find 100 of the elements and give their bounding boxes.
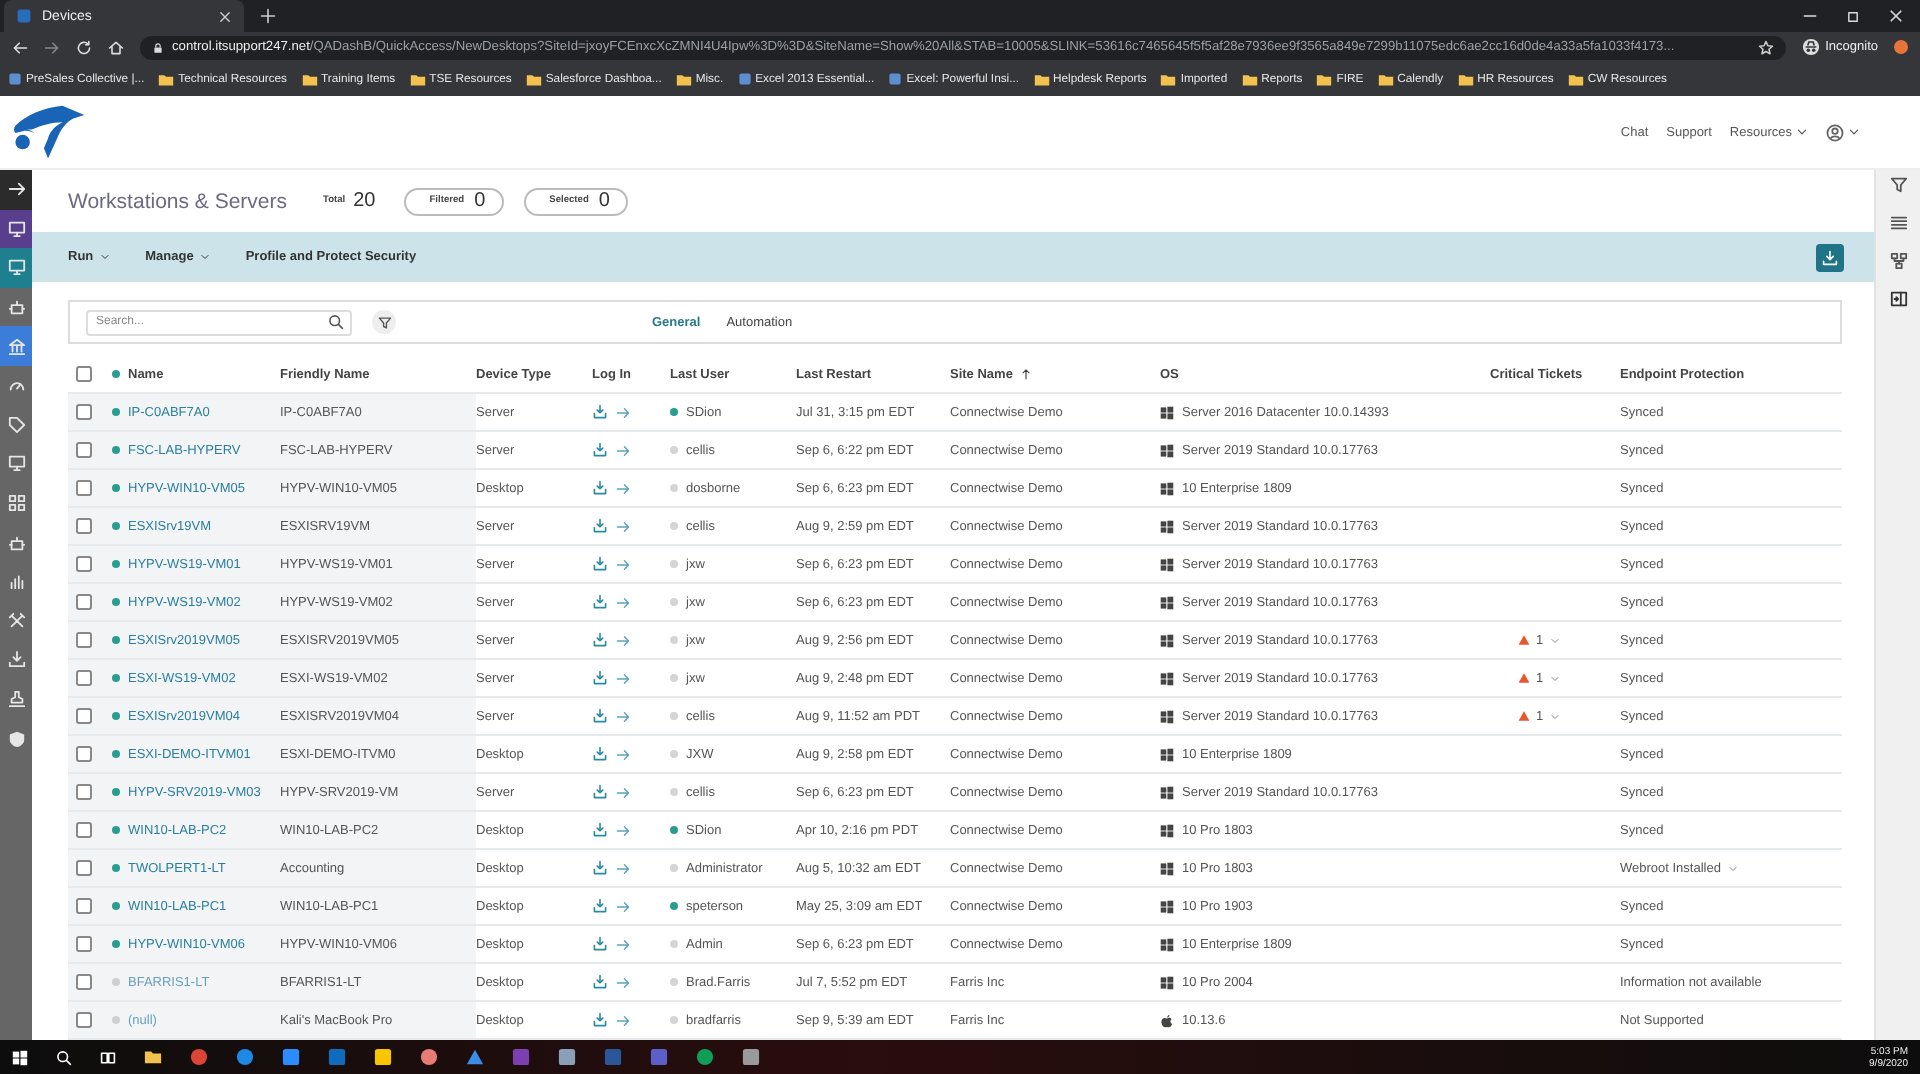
app-icon[interactable] — [742, 1048, 760, 1066]
login-icon[interactable] — [592, 404, 608, 420]
arrow-icon[interactable] — [616, 747, 630, 761]
checkbox[interactable] — [76, 670, 92, 686]
login-icon[interactable] — [592, 1012, 608, 1028]
login-icon[interactable] — [592, 898, 608, 914]
app-icon[interactable] — [420, 1048, 438, 1066]
bar-chart-icon — [7, 572, 25, 591]
checkbox[interactable] — [76, 480, 92, 496]
checkbox[interactable] — [76, 784, 92, 800]
checkbox[interactable] — [76, 556, 92, 572]
task-view-icon[interactable] — [100, 1049, 116, 1065]
list-icon[interactable] — [1889, 214, 1907, 232]
back-icon[interactable] — [12, 39, 28, 55]
windows-logo-icon — [1160, 747, 1174, 761]
arrow-icon[interactable] — [616, 557, 630, 571]
folder-icon — [1377, 71, 1394, 87]
arrow-icon[interactable] — [616, 405, 630, 419]
search-icon[interactable] — [56, 1049, 72, 1065]
folder-icon — [525, 71, 542, 87]
app-icon[interactable] — [558, 1048, 576, 1066]
login-icon[interactable] — [592, 480, 608, 496]
checkbox[interactable] — [76, 822, 92, 838]
login-icon[interactable] — [592, 974, 608, 990]
checkbox[interactable] — [76, 860, 92, 876]
checkbox[interactable] — [76, 518, 92, 534]
checkbox[interactable] — [76, 1012, 92, 1028]
arrow-icon[interactable] — [616, 519, 630, 533]
arrow-icon[interactable] — [616, 899, 630, 913]
windows-logo-icon[interactable] — [12, 1049, 28, 1065]
checkbox[interactable] — [76, 632, 92, 648]
arrow-icon[interactable] — [616, 975, 630, 989]
app-icon[interactable] — [282, 1048, 300, 1066]
arrow-icon[interactable] — [616, 481, 630, 495]
warning-icon — [1518, 634, 1530, 646]
home-icon[interactable] — [108, 39, 124, 55]
checkbox[interactable] — [76, 974, 92, 990]
user-icon[interactable] — [1826, 123, 1844, 141]
arrow-icon[interactable] — [616, 937, 630, 951]
checkbox[interactable] — [76, 746, 92, 762]
app-icon[interactable] — [236, 1048, 254, 1066]
arrow-icon[interactable] — [616, 595, 630, 609]
hierarchy-icon[interactable] — [1889, 252, 1907, 270]
menu-icon[interactable] — [1894, 40, 1908, 54]
arrow-icon[interactable] — [616, 443, 630, 457]
arrow-icon[interactable] — [616, 671, 630, 685]
checkbox[interactable] — [76, 366, 92, 382]
arrow-icon[interactable] — [616, 1013, 630, 1027]
login-icon[interactable] — [592, 670, 608, 686]
arrow-icon[interactable] — [616, 709, 630, 723]
address-bar[interactable] — [140, 35, 1786, 59]
arrow-icon[interactable] — [616, 785, 630, 799]
arrow-icon[interactable] — [616, 823, 630, 837]
login-icon[interactable] — [592, 594, 608, 610]
sort-arrow-icon[interactable] — [1020, 368, 1033, 380]
login-icon[interactable] — [592, 708, 608, 724]
filter-icon[interactable] — [1889, 176, 1907, 194]
login-icon[interactable] — [592, 556, 608, 572]
reload-icon[interactable] — [76, 39, 92, 55]
checkbox[interactable] — [76, 404, 92, 420]
login-icon[interactable] — [592, 632, 608, 648]
maximize-icon[interactable] — [1846, 9, 1860, 23]
login-icon[interactable] — [592, 442, 608, 458]
checkbox[interactable] — [76, 594, 92, 610]
close-icon[interactable] — [218, 9, 232, 23]
new-tab-icon[interactable] — [260, 8, 276, 24]
app-icon[interactable] — [696, 1048, 714, 1066]
page-title: Workstations & Servers — [68, 189, 288, 213]
filter-button[interactable] — [372, 310, 396, 334]
close-icon[interactable] — [1888, 8, 1904, 24]
app-icon[interactable] — [466, 1048, 484, 1066]
warning-icon — [1518, 710, 1530, 722]
checkbox[interactable] — [76, 442, 92, 458]
login-icon[interactable] — [592, 518, 608, 534]
star-icon[interactable] — [1757, 39, 1774, 55]
nav-item[interactable] — [0, 209, 32, 249]
arrow-icon[interactable] — [616, 633, 630, 647]
folder-icon[interactable] — [144, 1048, 162, 1066]
stamp-icon — [7, 690, 25, 709]
download-button[interactable] — [1816, 243, 1844, 271]
login-icon[interactable] — [592, 936, 608, 952]
login-icon[interactable] — [592, 784, 608, 800]
counter-value: 0 — [474, 190, 486, 212]
counter-value: 20 — [353, 190, 376, 212]
app-icon[interactable] — [374, 1048, 392, 1066]
checkbox[interactable] — [76, 708, 92, 724]
folder-icon — [1033, 71, 1050, 87]
windows-logo-icon — [1160, 899, 1174, 913]
caret-icon[interactable] — [1848, 126, 1860, 138]
checkbox[interactable] — [76, 898, 92, 914]
arrow-icon[interactable] — [616, 861, 630, 875]
login-icon[interactable] — [592, 860, 608, 876]
login-icon[interactable] — [592, 746, 608, 762]
forward-icon[interactable] — [44, 39, 60, 55]
checkbox[interactable] — [76, 936, 92, 952]
monitor-icon — [7, 219, 25, 238]
nav-item[interactable] — [0, 170, 32, 210]
panel-icon[interactable] — [1889, 290, 1907, 308]
logo-icon[interactable] — [8, 103, 88, 161]
login-icon[interactable] — [592, 822, 608, 838]
